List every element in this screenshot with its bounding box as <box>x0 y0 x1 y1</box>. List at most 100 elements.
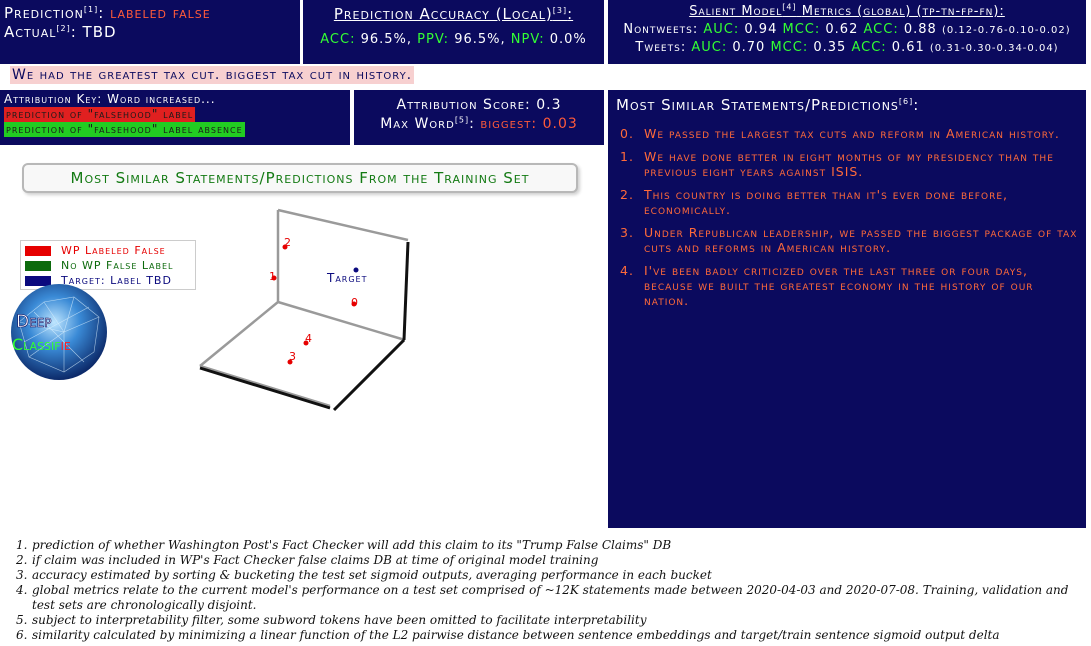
list-item: 2. This country is doing better than it's… <box>616 187 1078 217</box>
metrics-row-tweets: Tweets: AUC: 0.70 MCC: 0.35 ACC: 0.61 (0… <box>614 39 1080 57</box>
prediction-row: Prediction[1]: labeled false <box>4 4 211 22</box>
attribution-score-panel: Attribution Score: 0.3 Max Word[5]: bigg… <box>354 90 604 145</box>
logo-text-deep: Deep <box>16 312 52 332</box>
training-set-title: Most Similar Statements/Predictions From… <box>22 163 578 193</box>
item-text: We passed the largest tax cuts and refor… <box>644 126 1060 141</box>
similar-statements-panel: Most Similar Statements/Predictions[6]: … <box>608 90 1086 528</box>
metrics-title-a: Salient Model <box>689 4 783 19</box>
nontweets-counts: (0.12-0.76-0.10-0.02) <box>941 25 1071 36</box>
item-text: I've been badly criticized over the last… <box>644 263 1034 308</box>
similar-list: 0. We passed the largest tax cuts and ref… <box>616 126 1078 308</box>
tweets-auc-label: AUC: <box>691 40 728 55</box>
nontweets-mcc: 0.62 <box>825 22 859 37</box>
target-statement: We had the greatest tax cut. biggest tax… <box>10 66 415 84</box>
attribution-key-panel: Attribution Key: Word increased... predi… <box>0 90 350 145</box>
footnote: 3. accuracy estimated by sorting & bucket… <box>16 568 1086 583</box>
item-text: We have done better in eight months of m… <box>644 149 1054 179</box>
item-number: 0. <box>620 126 634 141</box>
npv-label: NPV: <box>510 32 545 47</box>
prediction-panel: Prediction[1]: labeled false Actual[2]: … <box>0 0 300 64</box>
actual-footnote-ref: [2] <box>56 24 71 33</box>
accuracy-panel: Prediction Accuracy (Local)[3]: ACC: 96.… <box>303 0 604 64</box>
plot-x-axis <box>199 366 331 410</box>
legend-swatch-green <box>25 260 51 271</box>
prediction-label: Prediction <box>4 4 84 22</box>
similar-title-text: Most Similar Statements/Predictions <box>616 96 899 114</box>
list-item: 3. Under Republican leadership, we passed… <box>616 225 1078 255</box>
item-number: 2. <box>620 187 634 202</box>
max-word-footnote-ref: [5] <box>454 115 470 125</box>
plot-floor-front-edge <box>199 364 331 408</box>
footnote: 4. global metrics relate to the current m… <box>16 583 1086 613</box>
footnote-number: 3. <box>16 568 28 582</box>
model-metrics-panel: Salient Model[4] Metrics (global) (tp-tn… <box>608 0 1086 64</box>
footnote-number: 2. <box>16 553 28 567</box>
attribution-key-title: Attribution Key: Word increased... <box>4 92 216 106</box>
tweets-acc: 0.61 <box>891 40 925 55</box>
attribution-score-row: Attribution Score: 0.3 <box>360 96 598 115</box>
footnote-text: global metrics relate to the current mod… <box>32 583 1069 612</box>
list-item: 4. I've been badly criticized over the la… <box>616 263 1078 308</box>
footnote-number: 5. <box>16 613 28 627</box>
nontweets-acc-label: ACC: <box>863 22 899 37</box>
actual-row: Actual[2]: TBD <box>4 23 117 41</box>
nontweets-mcc-label: MCC: <box>782 22 821 37</box>
plot-point-label-4: 4 <box>305 332 312 345</box>
plot-point-label-0: 0 <box>351 296 358 309</box>
globe-icon <box>11 284 107 380</box>
nontweets-auc-label: AUC: <box>703 22 740 37</box>
max-word: biggest: <box>480 116 538 132</box>
acc-value: 96.5%, <box>360 32 413 47</box>
legend-swatch-red <box>25 245 51 256</box>
accuracy-title: Prediction Accuracy (Local)[3]: <box>333 5 574 23</box>
actual-label: Actual <box>4 23 57 41</box>
plot-target-label: Target <box>326 271 368 285</box>
logo-text-classifie: Classifie <box>12 335 71 354</box>
attribution-key-increase: prediction of "falsehood" label <box>4 107 196 122</box>
plot-target: Target <box>326 267 368 285</box>
accuracy-footnote-ref: [3] <box>552 6 568 15</box>
logo-text-classif: Classif <box>12 335 61 354</box>
item-number: 1. <box>620 149 634 164</box>
footnote-text: if claim was included in WP's Fact Check… <box>32 553 599 567</box>
nontweets-acc: 0.88 <box>903 22 937 37</box>
plot-floor-edge <box>277 300 406 342</box>
legend-item: WP Labeled False <box>25 243 191 258</box>
prediction-footnote-ref: [1] <box>83 5 99 14</box>
tweets-label: Tweets: <box>635 40 687 55</box>
plot-point-label-2: 2 <box>284 236 291 249</box>
acc-label: ACC: <box>320 32 356 47</box>
item-number: 3. <box>620 225 634 240</box>
accuracy-values: ACC: 96.5%, PPV: 96.5%, NPV: 0.0% <box>309 32 598 47</box>
plot-point-label-3: 3 <box>289 350 296 363</box>
plot-axes <box>199 241 410 412</box>
similar-title: Most Similar Statements/Predictions[6]: <box>616 96 920 114</box>
tweets-mcc: 0.35 <box>813 40 847 55</box>
footnote: 1. prediction of whether Washington Post'… <box>16 538 1086 553</box>
max-word-label: Max Word <box>380 116 455 132</box>
legend-item: No WP False Label <box>25 258 191 273</box>
list-item: 0. We passed the largest tax cuts and ref… <box>616 126 1078 141</box>
plot-point-label-1: 1 <box>269 270 276 283</box>
plot-y-axis <box>332 338 406 412</box>
legend-label: WP Labeled False <box>61 244 166 257</box>
attribution-key-absence: prediction of "falsehood" label absence <box>4 122 245 137</box>
tweets-mcc-label: MCC: <box>770 40 809 55</box>
attribution-score-label: Attribution Score: <box>396 97 531 113</box>
footnote-text: subject to interpretability filter, some… <box>32 613 647 627</box>
attribution-score-value: 0.3 <box>536 97 562 113</box>
metrics-footnote-ref: [4] <box>782 2 797 12</box>
accuracy-title-text: Prediction Accuracy (Local) <box>333 5 553 23</box>
item-number: 4. <box>620 263 634 278</box>
plot-z-axis <box>402 241 410 341</box>
metrics-row-nontweets: Nontweets: AUC: 0.94 MCC: 0.62 ACC: 0.88… <box>614 21 1080 39</box>
footnote-number: 4. <box>16 583 28 597</box>
ppv-value: 96.5%, <box>454 32 506 47</box>
similar-footnote-ref: [6] <box>898 97 914 106</box>
similarity-3d-plot: 0 1 2 3 4 Target <box>199 208 410 412</box>
tweets-counts: (0.31-0.30-0.34-0.04) <box>929 43 1059 54</box>
footnote-text: similarity calculated by minimizing a li… <box>32 628 1000 642</box>
max-word-row: Max Word[5]: biggest: 0.03 <box>380 115 578 132</box>
legend-label: No WP False Label <box>61 259 174 272</box>
max-word-value: 0.03 <box>542 116 578 132</box>
